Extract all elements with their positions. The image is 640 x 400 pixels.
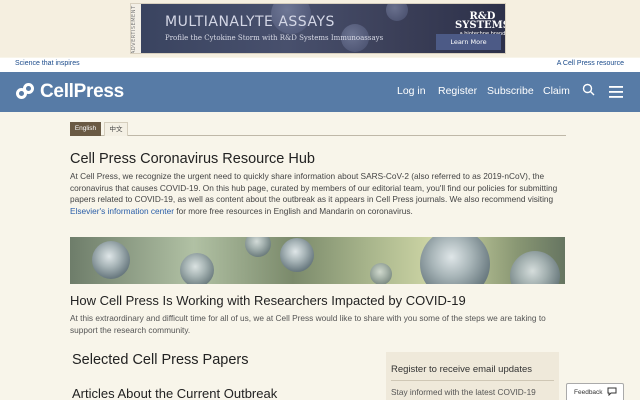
ad-artwork: MULTIANALYTE ASSAYS Profile the Cytokine… (141, 4, 506, 53)
page-title: Cell Press Coronavirus Resource Hub (70, 151, 315, 167)
coronavirus-banner-image (70, 237, 565, 284)
ad-subtitle: Profile the Cytokine Storm with R&D Syst… (165, 34, 384, 42)
search-icon[interactable] (582, 83, 595, 101)
ad-learn-more-button[interactable]: Learn More (436, 34, 501, 50)
section-title: How Cell Press Is Working with Researche… (70, 293, 466, 308)
email-signup-text: Stay informed with the latest COVID-19 (391, 387, 536, 397)
tagline-row: Science that inspires A Cell Press resou… (0, 58, 640, 72)
hub-intro-text-2: for more free resources in English and M… (173, 205, 413, 216)
section-paragraph: At this extraordinary and difficult time… (70, 313, 546, 335)
site-header: CellPress Log in Register Subscribe Clai… (0, 72, 640, 112)
nav-subscribe[interactable]: Subscribe (487, 85, 534, 97)
hub-intro-paragraph: At Cell Press, we recognize the urgent n… (70, 171, 568, 217)
tab-english[interactable]: English (70, 122, 101, 136)
nav-claim[interactable]: Claim (543, 85, 570, 97)
elsevier-info-center-link[interactable]: Elsevier's information center (70, 206, 174, 216)
ad-side-label: ADVERTISEMENT (131, 4, 141, 53)
language-tabs: English 中文 (70, 122, 566, 136)
feedback-button[interactable]: Feedback (566, 383, 624, 400)
tagline-link[interactable]: Science that inspires (15, 60, 80, 67)
ad-title: MULTIANALYTE ASSAYS (165, 14, 335, 30)
nav-login[interactable]: Log in (397, 85, 426, 97)
hamburger-menu-icon[interactable] (609, 85, 623, 103)
cell-press-resource-link[interactable]: A Cell Press resource (557, 60, 624, 67)
hub-intro-text-1: At Cell Press, we recognize the urgent n… (70, 171, 558, 204)
articles-heading: Articles About the Current Outbreak (72, 386, 278, 400)
selected-papers-heading: Selected Cell Press Papers (72, 352, 249, 368)
chat-bubble-icon (603, 387, 617, 398)
cellpress-logo[interactable]: CellPress (16, 80, 124, 104)
tab-chinese[interactable]: 中文 (104, 122, 128, 136)
ad-strip: ADVERTISEMENT MULTIANALYTE ASSAYS Profil… (0, 0, 640, 57)
logo-text: CellPress (40, 81, 124, 102)
nav-register[interactable]: Register (438, 85, 477, 97)
divider (391, 380, 554, 381)
advertisement-banner[interactable]: ADVERTISEMENT MULTIANALYTE ASSAYS Profil… (130, 3, 506, 54)
ad-brand-name: R&D SYSTEMS (455, 11, 506, 31)
feedback-label: Feedback (574, 389, 603, 396)
email-signup-title: Register to receive email updates (391, 364, 532, 375)
cellpress-logo-icon (16, 82, 35, 102)
